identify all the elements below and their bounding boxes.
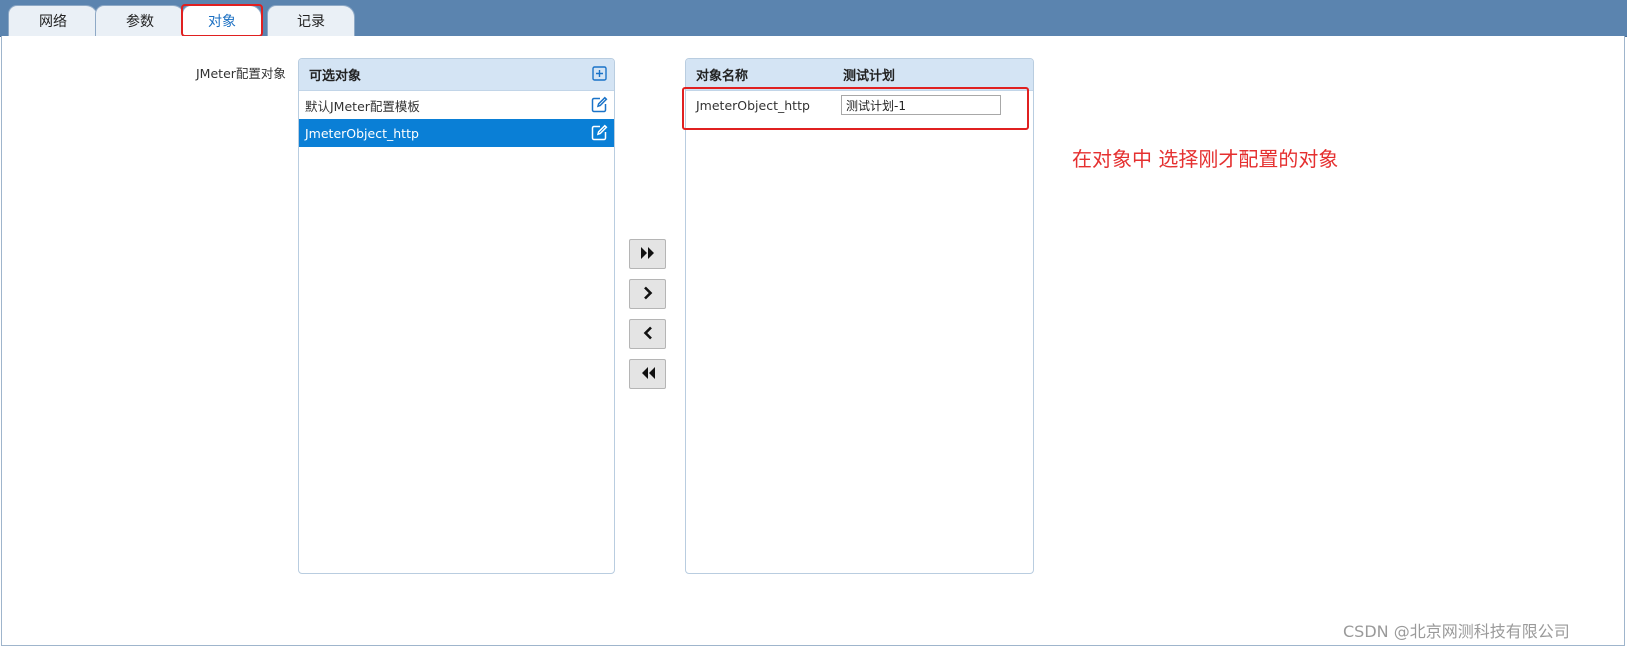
move-all-right-button[interactable]: [629, 239, 666, 269]
available-objects-panel: 可选对象 默认JMeter配置模板 JmeterObject_http: [298, 58, 615, 574]
available-objects-title: 可选对象: [309, 69, 362, 84]
move-left-button[interactable]: [629, 319, 666, 349]
move-right-button[interactable]: [629, 279, 666, 309]
list-item-label: JmeterObject_http: [305, 125, 419, 141]
annotation-text: 在对象中 选择刚才配置的对象: [1072, 147, 1339, 171]
tab-objects[interactable]: 对象: [182, 5, 262, 36]
available-objects-header: 可选对象: [299, 59, 614, 91]
list-item-label: 默认JMeter配置模板: [305, 98, 420, 114]
tab-params[interactable]: 参数: [95, 5, 185, 36]
move-all-left-button[interactable]: [629, 359, 666, 389]
edit-icon[interactable]: [591, 96, 608, 113]
column-header-object-name: 对象名称: [696, 69, 749, 84]
tab-records[interactable]: 记录: [267, 5, 355, 36]
list-item[interactable]: 默认JMeter配置模板: [299, 91, 614, 119]
tab-network[interactable]: 网络: [8, 5, 98, 36]
chevron-left-icon: [642, 325, 654, 344]
double-chevron-left-icon: [640, 365, 656, 384]
column-header-test-plan: 测试计划: [843, 69, 896, 84]
watermark: CSDN @北京网测科技有限公司: [1343, 622, 1570, 641]
double-chevron-right-icon: [640, 245, 656, 264]
edit-icon[interactable]: [591, 124, 608, 141]
jmeter-config-label: JMeter配置对象: [196, 66, 286, 81]
selected-objects-header: 对象名称 测试计划: [686, 59, 1033, 91]
test-plan-field[interactable]: [841, 95, 1001, 115]
chevron-right-icon: [642, 285, 654, 304]
plus-square-icon[interactable]: [591, 65, 608, 82]
object-name-cell: JmeterObject_http: [696, 97, 810, 113]
selected-objects-panel: 对象名称 测试计划 JmeterObject_http: [685, 58, 1034, 574]
list-item-selected[interactable]: JmeterObject_http: [299, 119, 614, 147]
